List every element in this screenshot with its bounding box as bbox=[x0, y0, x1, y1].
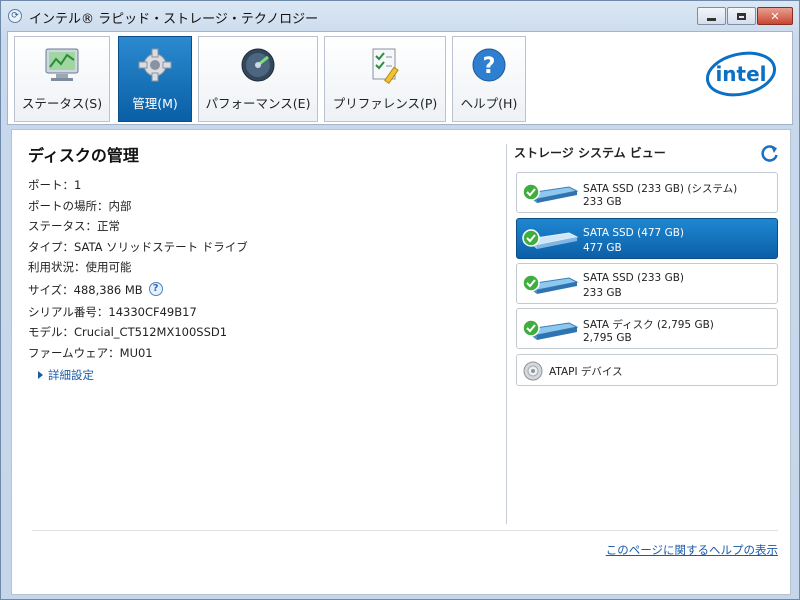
drive-name: SATA SSD (233 GB) bbox=[583, 272, 685, 284]
ssd-drive-icon bbox=[521, 270, 579, 300]
tab-help[interactable]: ? ヘルプ(H) bbox=[452, 36, 526, 122]
tab-performance[interactable]: パフォーマンス(E) bbox=[198, 36, 318, 122]
window-controls: ✕ bbox=[696, 7, 793, 25]
drive-name: SATA ディスク (2,795 GB) bbox=[583, 319, 714, 331]
tab-preferences[interactable]: プリファレンス(P) bbox=[324, 36, 446, 122]
prop-size: サイズ：488,386 MB bbox=[28, 282, 143, 297]
gear-icon bbox=[135, 45, 175, 85]
horizontal-divider bbox=[32, 530, 778, 531]
prop-firmware: ファームウェア：MU01 bbox=[28, 345, 153, 360]
atapi-device-item[interactable]: ATAPI デバイス bbox=[516, 354, 778, 386]
ssd-drive-icon bbox=[521, 225, 579, 255]
drive-item[interactable]: SATA SSD (233 GB) (システム) 233 GB bbox=[516, 172, 778, 213]
tab-status-label: ステータス(S) bbox=[21, 96, 103, 111]
drive-item-selected[interactable]: SATA SSD (477 GB) 477 GB bbox=[516, 218, 778, 259]
prop-type: タイプ：SATA ソリッドステート ドライブ bbox=[28, 239, 248, 254]
drive-name: SATA SSD (477 GB) bbox=[583, 227, 685, 239]
drive-item[interactable]: SATA SSD (233 GB) 233 GB bbox=[516, 263, 778, 304]
tab-manage[interactable]: 管理(M) bbox=[118, 36, 192, 122]
drive-item[interactable]: SATA ディスク (2,795 GB) 2,795 GB bbox=[516, 308, 778, 349]
app-icon: ⟳ bbox=[8, 9, 22, 23]
svg-text:?: ? bbox=[483, 54, 496, 79]
page-help-link[interactable]: このページに関するヘルプの表示 bbox=[606, 542, 778, 558]
atapi-device-name: ATAPI デバイス bbox=[549, 366, 623, 378]
vertical-divider bbox=[506, 144, 507, 524]
prop-port-location: ポートの場所：内部 bbox=[28, 198, 132, 213]
main-toolbar: ステータス(S) 管理(M) パフォーマンス(E) プリファレンス(P) ? ヘ… bbox=[7, 31, 793, 125]
tab-preferences-label: プリファレンス(P) bbox=[332, 96, 438, 111]
advanced-settings-label: 詳細設定 bbox=[48, 368, 94, 382]
drive-size: 233 GB bbox=[583, 287, 622, 299]
storage-view-title: ストレージ システム ビュー bbox=[514, 146, 666, 160]
refresh-icon[interactable] bbox=[760, 144, 780, 164]
tab-manage-label: 管理(M) bbox=[132, 96, 178, 111]
speedometer-icon bbox=[238, 45, 278, 85]
prop-port: ポート：1 bbox=[28, 178, 82, 192]
optical-disc-icon bbox=[523, 361, 543, 381]
app-window: ⟳ インテル® ラピッド・ストレージ・テクノロジー ✕ ステータス(S) 管理(… bbox=[0, 0, 800, 600]
preferences-checklist-icon bbox=[365, 45, 405, 85]
minimize-button[interactable] bbox=[697, 7, 726, 25]
ssd-drive-icon bbox=[521, 179, 579, 209]
title-bar[interactable]: ⟳ インテル® ラピッド・ストレージ・テクノロジー ✕ bbox=[1, 1, 799, 31]
prop-usage: 利用状況：使用可能 bbox=[28, 260, 132, 274]
intel-logo: intel bbox=[704, 50, 778, 98]
tab-help-label: ヘルプ(H) bbox=[460, 96, 518, 111]
maximize-button[interactable] bbox=[727, 7, 756, 25]
size-help-icon[interactable]: ? bbox=[148, 281, 163, 296]
advanced-settings-link[interactable]: 詳細設定 bbox=[28, 367, 498, 383]
drive-size: 477 GB bbox=[583, 242, 622, 254]
drive-name: SATA SSD (233 GB) (システム) bbox=[583, 183, 738, 195]
drive-size: 233 GB bbox=[583, 196, 622, 208]
hdd-drive-icon bbox=[521, 315, 579, 345]
page-title: ディスクの管理 bbox=[28, 146, 139, 165]
prop-model: モデル：Crucial_CT512MX100SSD1 bbox=[28, 325, 228, 339]
disk-details-pane: ディスクの管理 ポート：1 ポートの場所：内部 ステータス：正常 タイプ：SAT… bbox=[28, 142, 498, 383]
maximize-icon bbox=[737, 12, 746, 20]
drive-size: 2,795 GB bbox=[583, 332, 632, 344]
prop-serial: シリアル番号：14330CF49B17 bbox=[28, 304, 197, 319]
tab-performance-label: パフォーマンス(E) bbox=[205, 96, 311, 111]
status-monitor-icon bbox=[42, 45, 82, 85]
minimize-icon bbox=[707, 17, 716, 21]
help-icon: ? bbox=[469, 45, 509, 85]
prop-status: ステータス：正常 bbox=[28, 219, 120, 233]
content-panel: ディスクの管理 ポート：1 ポートの場所：内部 ステータス：正常 タイプ：SAT… bbox=[11, 129, 791, 595]
prop-size-row: サイズ：488,386 MB? bbox=[28, 278, 498, 302]
window-title: インテル® ラピッド・ストレージ・テクノロジー bbox=[29, 12, 319, 27]
svg-text:intel: intel bbox=[715, 62, 766, 86]
storage-system-view: ストレージ システム ビュー SATA SSD (233 GB) (システム) … bbox=[514, 144, 780, 386]
tab-status[interactable]: ステータス(S) bbox=[14, 36, 110, 122]
expand-triangle-icon bbox=[38, 371, 43, 379]
close-button[interactable]: ✕ bbox=[757, 7, 793, 25]
